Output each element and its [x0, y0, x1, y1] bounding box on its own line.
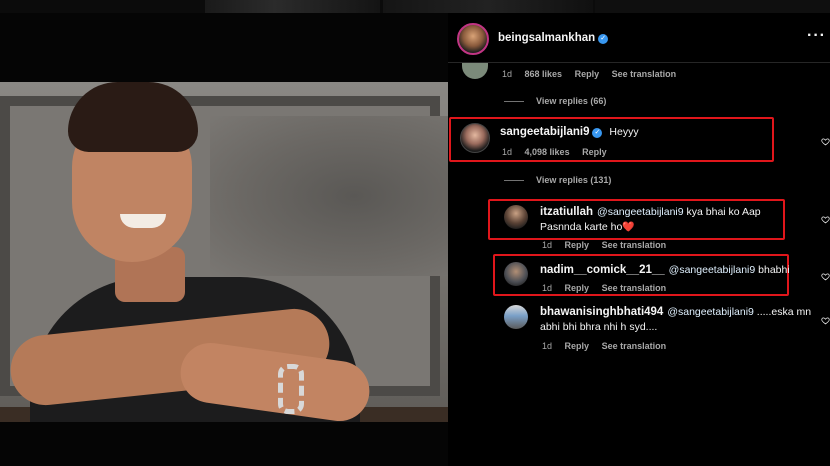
verified-badge-icon: ✓ [592, 128, 603, 138]
commenter-avatar[interactable] [462, 63, 488, 79]
heart-outline-icon[interactable] [821, 211, 830, 224]
commenter-avatar[interactable] [504, 205, 528, 229]
background-thumbnail [205, 0, 380, 13]
commenter-avatar[interactable] [460, 123, 490, 153]
view-replies-button[interactable]: View replies (131) [504, 175, 611, 185]
top-strip [0, 0, 830, 13]
comment-body: sangeetabijlani9 ✓ Heyyy [500, 125, 639, 140]
comment-meta: 1d 868 likes Reply See translation [502, 69, 677, 79]
photo-bracelet [278, 364, 304, 414]
reply-body: bhawanisinghbhati494 @sangeetabijlani9 ..… [540, 306, 812, 333]
red-heart-emoji: ❤️ [622, 222, 635, 233]
comments-panel: beingsalmankhan ✓ ··· 1d 868 likes Reply … [448, 13, 830, 466]
heart-outline-icon[interactable] [821, 133, 830, 146]
photo-smile [120, 214, 166, 228]
background-thumbnail [595, 0, 830, 13]
commenter-username[interactable]: itzatiullah [540, 206, 593, 218]
heart-outline-icon[interactable] [821, 268, 830, 281]
mention-link[interactable]: @sangeetabijlani9 [667, 306, 754, 318]
background-thumbnail [383, 0, 593, 13]
heart-outline-icon[interactable] [821, 312, 830, 325]
post-header: beingsalmankhan ✓ ··· [448, 13, 830, 63]
commenter-avatar[interactable] [504, 262, 528, 286]
view-replies-button[interactable]: View replies (66) [504, 96, 606, 106]
post-image[interactable] [0, 82, 448, 422]
reply-body: nadim__comick__21__ @sangeetabijlani9 bha… [540, 264, 790, 276]
more-options-icon[interactable]: ··· [807, 27, 826, 45]
commenter-username[interactable]: bhawanisinghbhati494 [540, 306, 663, 318]
instagram-post-viewer: beingsalmankhan ✓ ··· 1d 868 likes Reply … [0, 0, 830, 466]
photo-hair [68, 82, 198, 152]
comment-meta: 1d Reply See translation [542, 341, 667, 351]
comment-meta: 1d Reply See translation [542, 240, 667, 250]
commenter-avatar[interactable] [504, 305, 528, 329]
commenter-username[interactable]: nadim__comick__21__ [540, 264, 665, 276]
mention-link[interactable]: @sangeetabijlani9 [597, 206, 684, 218]
comment-meta: 1d 4,098 likes Reply [502, 147, 607, 157]
reply-body: itzatiullah @sangeetabijlani9 kya bhai ko… [540, 206, 761, 233]
account-username[interactable]: beingsalmankhan ✓ [498, 32, 609, 44]
account-avatar[interactable] [457, 23, 489, 55]
comment-text: Heyyy [609, 126, 639, 138]
comment-meta: 1d Reply See translation [542, 283, 667, 293]
verified-badge-icon: ✓ [598, 34, 609, 44]
commenter-username[interactable]: sangeetabijlani9 ✓ [500, 126, 603, 138]
mention-link[interactable]: @sangeetabijlani9 [669, 264, 756, 276]
